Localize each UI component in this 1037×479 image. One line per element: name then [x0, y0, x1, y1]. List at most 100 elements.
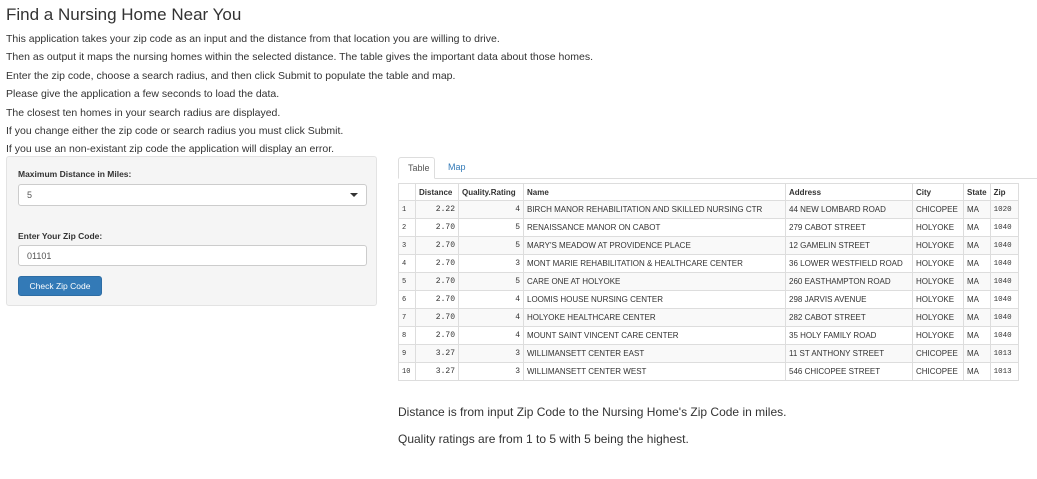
distance-cell: 2.70 — [415, 272, 459, 291]
address-cell: 36 LOWER WESTFIELD ROAD — [785, 254, 913, 273]
distance-select-value: 5 — [27, 190, 33, 200]
table-row: 5 2.70 5 CARE ONE AT HOLYOKE 260 EASTHAMPTON… — [398, 272, 1019, 291]
zip-cell: 1013 — [989, 344, 1019, 363]
table-row: 9 3.27 3 WILLIMANSETT CENTER EAST 11 ST ANTH… — [398, 344, 1019, 363]
column-header-name[interactable]: Name — [523, 183, 786, 201]
row-number: 5 — [398, 272, 416, 291]
zip-label: Enter Your Zip Code: — [18, 231, 103, 241]
quality-rating-cell: 3 — [458, 254, 524, 273]
address-cell: 279 CABOT STREET — [785, 218, 913, 237]
state-cell: MA — [963, 290, 991, 309]
distance-label: Maximum Distance in Miles: — [18, 169, 132, 179]
row-number: 8 — [398, 326, 416, 345]
quality-rating-cell: 3 — [458, 344, 524, 363]
address-cell: 35 HOLY FAMILY ROAD — [785, 326, 913, 345]
address-cell: 546 CHICOPEE STREET — [785, 362, 913, 381]
distance-cell: 2.70 — [415, 308, 459, 327]
address-cell: 44 NEW LOMBARD ROAD — [785, 200, 913, 219]
state-cell: MA — [963, 254, 991, 273]
table-row: 6 2.70 4 LOOMIS HOUSE NURSING CENTER 298 JAR… — [398, 290, 1019, 309]
quality-rating-cell: 4 — [458, 308, 524, 327]
row-number: 7 — [398, 308, 416, 327]
address-cell: 12 GAMELIN STREET — [785, 236, 913, 255]
column-header — [398, 183, 416, 201]
intro-line: This application takes your zip code as … — [6, 33, 500, 45]
state-cell: MA — [963, 272, 991, 291]
quality-rating-cell: 4 — [458, 326, 524, 345]
zip-cell: 1020 — [989, 200, 1019, 219]
state-cell: MA — [963, 344, 991, 363]
state-cell: MA — [963, 326, 991, 345]
row-number: 9 — [398, 344, 416, 363]
state-cell: MA — [963, 308, 991, 327]
column-header-state[interactable]: State — [963, 183, 991, 201]
column-header-distance[interactable]: Distance — [415, 183, 459, 201]
zip-cell: 1040 — [989, 326, 1019, 345]
name-cell: MARY'S MEADOW AT PROVIDENCE PLACE — [523, 236, 786, 255]
chevron-down-icon — [350, 193, 358, 197]
table-row: 4 2.70 3 MONT MARIE REHABILITATION & HEALTH… — [398, 254, 1019, 273]
zip-cell: 1040 — [989, 218, 1019, 237]
name-cell: WILLIMANSETT CENTER EAST — [523, 344, 786, 363]
tab-map[interactable]: Map — [439, 157, 475, 179]
zip-cell: 1040 — [989, 308, 1019, 327]
tab-table[interactable]: Table — [398, 157, 435, 179]
name-cell: MOUNT SAINT VINCENT CARE CENTER — [523, 326, 786, 345]
state-cell: MA — [963, 218, 991, 237]
distance-cell: 2.70 — [415, 326, 459, 345]
table-row: 3 2.70 5 MARY'S MEADOW AT PROVIDENCE PLACE 1… — [398, 236, 1019, 255]
distance-cell: 2.70 — [415, 254, 459, 273]
table-row: 1 2.22 4 BIRCH MANOR REHABILITATION AND SKI… — [398, 200, 1019, 219]
name-cell: HOLYOKE HEALTHCARE CENTER — [523, 308, 786, 327]
check-zip-code-button[interactable]: Check Zip Code — [18, 276, 102, 296]
city-cell: HOLYOKE — [912, 254, 964, 273]
address-cell: 260 EASTHAMPTON ROAD — [785, 272, 913, 291]
state-cell: MA — [963, 236, 991, 255]
name-cell: WILLIMANSETT CENTER WEST — [523, 362, 786, 381]
zip-input[interactable]: 01101 — [18, 245, 367, 266]
zip-cell: 1040 — [989, 272, 1019, 291]
intro-line: If you change either the zip code or sea… — [6, 125, 344, 138]
page-title: Find a Nursing Home Near You — [6, 5, 242, 24]
city-cell: HOLYOKE — [912, 308, 964, 327]
distance-cell: 3.27 — [415, 362, 459, 381]
quality-rating-cell: 4 — [458, 200, 524, 219]
row-number: 2 — [398, 218, 416, 237]
column-header-zip[interactable]: Zip — [989, 183, 1019, 201]
quality-rating-cell: 3 — [458, 362, 524, 381]
column-header-address[interactable]: Address — [785, 183, 913, 201]
table-row: 2 2.70 5 RENAISSANCE MANOR ON CABOT 279 CABO… — [398, 218, 1019, 237]
city-cell: CHICOPEE — [912, 200, 964, 219]
quality-rating-cell: 5 — [458, 272, 524, 291]
city-cell: HOLYOKE — [912, 218, 964, 237]
zip-cell: 1040 — [989, 254, 1019, 273]
distance-cell: 2.70 — [415, 290, 459, 309]
name-cell: RENAISSANCE MANOR ON CABOT — [523, 218, 786, 237]
distance-cell: 3.27 — [415, 344, 459, 363]
table-header-row: Distance Quality.Rating Name Address Cit… — [398, 183, 1019, 201]
quality-rating-cell: 5 — [458, 218, 524, 237]
name-cell: LOOMIS HOUSE NURSING CENTER — [523, 290, 786, 309]
row-number: 3 — [398, 236, 416, 255]
city-cell: CHICOPEE — [912, 362, 964, 381]
table-row: 7 2.70 4 HOLYOKE HEALTHCARE CENTER 282 CABOT… — [398, 308, 1019, 327]
intro-text: This application takes your zip code as … — [6, 30, 593, 159]
distance-note: Distance is from input Zip Code to the N… — [398, 405, 787, 419]
column-header-quality-rating[interactable]: Quality.Rating — [458, 183, 524, 201]
name-cell: CARE ONE AT HOLYOKE — [523, 272, 786, 291]
intro-line: Enter the zip code, choose a search radi… — [6, 69, 456, 82]
name-cell: BIRCH MANOR REHABILITATION AND SKILLED N… — [523, 200, 786, 219]
intro-line: Then as output it maps the nursing homes… — [6, 51, 593, 64]
state-cell: MA — [963, 200, 991, 219]
table-row: 8 2.70 4 MOUNT SAINT VINCENT CARE CENTER 35 … — [398, 326, 1019, 345]
row-number: 10 — [398, 362, 416, 381]
column-header-city[interactable]: City — [912, 183, 964, 201]
state-cell: MA — [963, 362, 991, 381]
distance-cell: 2.70 — [415, 218, 459, 237]
quality-rating-cell: 5 — [458, 236, 524, 255]
row-number: 4 — [398, 254, 416, 273]
name-cell: MONT MARIE REHABILITATION & HEALTHCARE C… — [523, 254, 786, 273]
city-cell: HOLYOKE — [912, 236, 964, 255]
distance-select[interactable]: 5 — [18, 184, 367, 206]
nursing-homes-table: Distance Quality.Rating Name Address Cit… — [398, 183, 1019, 381]
